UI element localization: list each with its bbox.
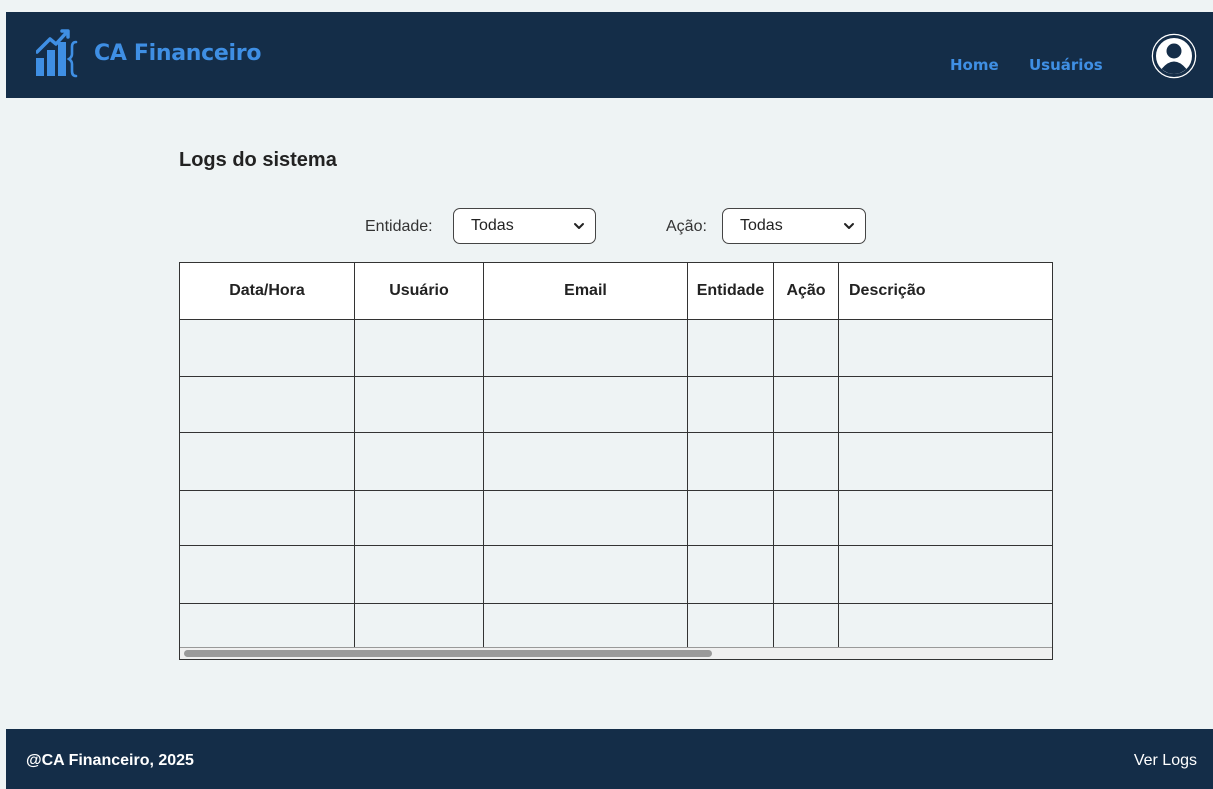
- entity-filter-label: Entidade:: [365, 218, 433, 235]
- horizontal-scrollbar[interactable]: [180, 647, 1052, 659]
- table-cell: [687, 490, 774, 546]
- brand-name: CA Financeiro: [94, 40, 262, 66]
- table-cell: [354, 490, 484, 546]
- top-navbar: CA Financeiro Home Usuários: [6, 12, 1213, 98]
- table-cell: [773, 432, 839, 491]
- table-cell: [773, 490, 839, 546]
- column-header-email[interactable]: Email: [483, 263, 688, 320]
- nav-link-users[interactable]: Usuários: [1029, 56, 1103, 74]
- scrollbar-thumb[interactable]: [184, 650, 712, 657]
- table-cell: [687, 432, 774, 491]
- chevron-down-icon: [843, 219, 855, 238]
- column-header-datetime[interactable]: Data/Hora: [180, 263, 355, 320]
- table-cell: [838, 319, 1052, 377]
- table-cell: [838, 432, 1052, 491]
- user-avatar-icon[interactable]: [1151, 33, 1197, 79]
- column-header-entity[interactable]: Entidade: [687, 263, 774, 320]
- table-cell: [483, 376, 688, 433]
- table-cell: [180, 376, 355, 433]
- table-cell: [773, 376, 839, 433]
- table-row: [180, 376, 1052, 433]
- table-cell: [838, 490, 1052, 546]
- table-cell: [354, 319, 484, 377]
- logs-table: Data/Hora Usuário Email Entidade Ação De…: [180, 263, 1052, 659]
- entity-filter-value: Todas: [471, 217, 514, 234]
- table-cell: [838, 545, 1052, 604]
- table-cell: [354, 432, 484, 491]
- footer: @CA Financeiro, 2025 Ver Logs: [6, 729, 1213, 789]
- column-header-description[interactable]: Descrição: [838, 263, 1052, 320]
- table-cell: [687, 319, 774, 377]
- table-cell: [180, 545, 355, 604]
- table-row: [180, 490, 1052, 546]
- table-cell: [180, 490, 355, 546]
- table-cell: [483, 432, 688, 491]
- view-logs-link[interactable]: Ver Logs: [1134, 752, 1197, 770]
- action-filter-label: Ação:: [666, 218, 707, 235]
- table-cell: [483, 545, 688, 604]
- table-cell: [838, 376, 1052, 433]
- entity-filter-select[interactable]: Todas: [453, 208, 596, 244]
- table-cell: [483, 319, 688, 377]
- table-cell: [773, 545, 839, 604]
- table-row: [180, 545, 1052, 604]
- column-header-action[interactable]: Ação: [773, 263, 839, 320]
- table-cell: [687, 376, 774, 433]
- table-cell: [180, 432, 355, 491]
- table-cell: [354, 545, 484, 604]
- table-cell: [354, 376, 484, 433]
- page-title: Logs do sistema: [179, 149, 337, 171]
- brand[interactable]: CA Financeiro: [36, 28, 261, 78]
- column-header-user[interactable]: Usuário: [354, 263, 484, 320]
- table-cell: [180, 319, 355, 377]
- table-cell: [687, 545, 774, 604]
- table-row: [180, 319, 1052, 377]
- logo-icon: [36, 28, 86, 78]
- table-header-row: Data/Hora Usuário Email Entidade Ação De…: [180, 263, 1052, 320]
- action-filter-value: Todas: [740, 217, 783, 234]
- chevron-down-icon: [573, 219, 585, 238]
- logs-table-container: Data/Hora Usuário Email Entidade Ação De…: [179, 262, 1053, 660]
- nav-link-home[interactable]: Home: [950, 56, 999, 74]
- footer-copyright: @CA Financeiro, 2025: [26, 752, 194, 769]
- table-cell: [483, 490, 688, 546]
- table-row: [180, 432, 1052, 491]
- table-cell: [773, 319, 839, 377]
- action-filter-select[interactable]: Todas: [722, 208, 866, 244]
